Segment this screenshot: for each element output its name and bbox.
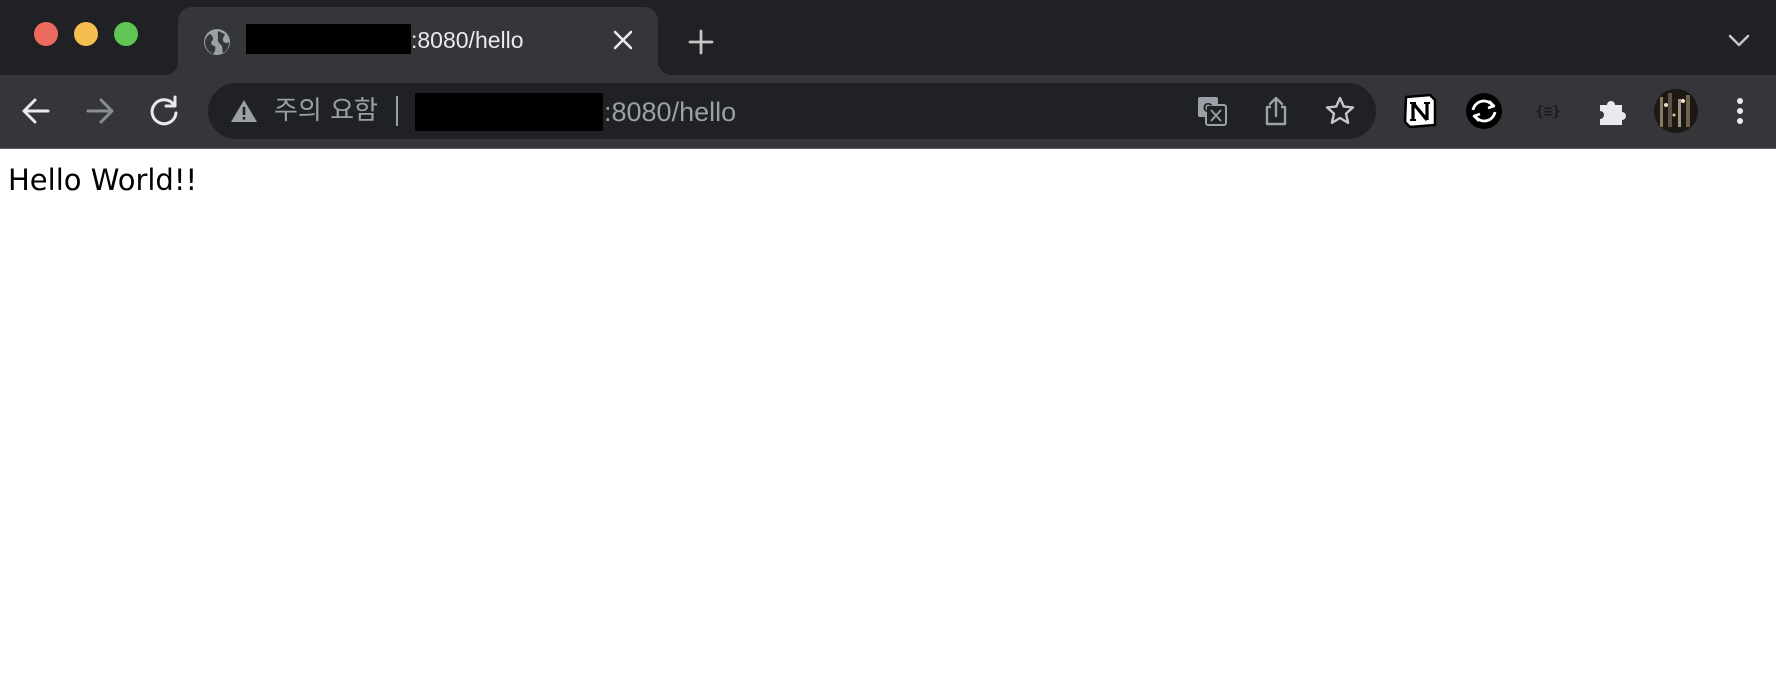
security-status-label[interactable]: 주의 요함 <box>274 97 378 125</box>
notion-icon[interactable] <box>1400 91 1440 131</box>
browser-window: :8080/hello 주의 요함:8080/hello G {≡} Hell… <box>0 0 1776 685</box>
redacted-hostname <box>415 93 603 131</box>
browser-toolbar: 주의 요함 :8080/hello G {≡} <box>0 75 1776 149</box>
sync-icon[interactable] <box>1464 91 1504 131</box>
reload-icon[interactable] <box>144 91 184 131</box>
plus-icon[interactable] <box>686 27 716 57</box>
share-icon[interactable] <box>1260 95 1292 127</box>
window-close-button[interactable] <box>34 22 58 46</box>
globe-icon <box>202 27 232 57</box>
puzzle-icon[interactable] <box>1592 91 1632 131</box>
svg-text:G: G <box>1203 100 1213 115</box>
profile-avatar[interactable] <box>1654 89 1698 133</box>
translate-icon[interactable]: G <box>1196 95 1228 127</box>
window-maximize-button[interactable] <box>114 22 138 46</box>
redacted-hostname <box>246 24 411 54</box>
chevron-down-icon[interactable] <box>1726 30 1752 50</box>
warning-icon[interactable] <box>230 98 258 124</box>
window-minimize-button[interactable] <box>74 22 98 46</box>
address-bar[interactable]: 주의 요함 :8080/hello G <box>208 83 1376 139</box>
page-body-text: Hello World!! <box>8 163 198 197</box>
json-braces-icon[interactable]: {≡} <box>1528 91 1568 131</box>
divider <box>396 96 398 126</box>
tab-title: :8080/hello <box>411 27 524 53</box>
url-text[interactable]: :8080/hello <box>604 97 736 127</box>
close-icon[interactable] <box>610 27 636 53</box>
arrow-right-icon[interactable] <box>80 91 120 131</box>
json-braces-label: {≡} <box>1535 104 1560 120</box>
tab-active[interactable]: :8080/hello <box>164 7 672 75</box>
page-content: Hello World!! <box>0 149 1776 685</box>
star-icon[interactable] <box>1324 95 1356 127</box>
tab-strip: :8080/hello <box>0 0 1776 75</box>
arrow-left-icon[interactable] <box>16 91 56 131</box>
more-vert-icon[interactable] <box>1728 91 1752 131</box>
